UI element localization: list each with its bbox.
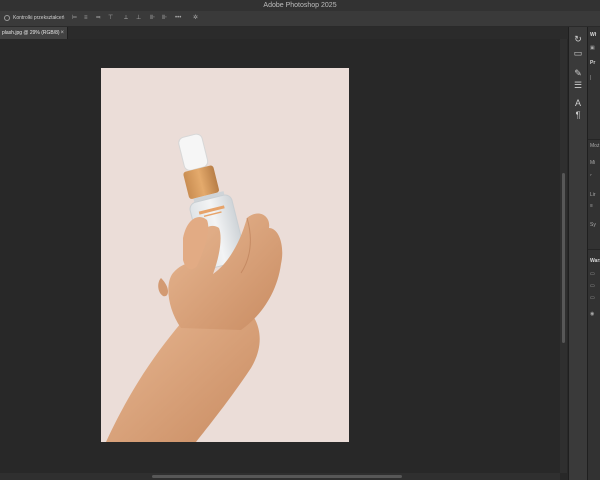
align-left-icon[interactable]: ⊨	[72, 14, 77, 23]
panel-divider-2	[588, 249, 600, 250]
app-title: Adobe Photoshop 2025	[263, 2, 337, 9]
gear-icon[interactable]: ✲	[193, 14, 198, 23]
transform-controls-label: Kontrolki przekształceń	[13, 15, 65, 21]
brush-settings-icon[interactable]: ✎	[572, 67, 584, 79]
horizontal-scrollbar[interactable]	[0, 473, 560, 480]
panel-row-2[interactable]: Lir	[590, 192, 596, 199]
align-right-icon[interactable]: ⫤	[96, 14, 101, 23]
document-canvas[interactable]	[101, 68, 349, 442]
visibility-eye-icon[interactable]: ◉	[590, 311, 594, 318]
options-bar: Kontrolki przekształceń ⊨ ≡ ⫤ ⊤ ⟂ ⊥ ⊪ ⊪ …	[0, 11, 600, 27]
document-tab[interactable]: plash.jpg @ 29% (RGB/8) ×	[0, 27, 68, 39]
panel-icon-strip: ↻ ▭ ✎ ☰ A ¶	[568, 27, 587, 480]
panel-divider	[588, 139, 600, 140]
align-top-icon[interactable]: ⊤	[108, 14, 113, 23]
vertical-scrollbar[interactable]	[560, 39, 567, 473]
corner-icon[interactable]: ⌜	[590, 174, 592, 181]
layers-row-3: ▭	[590, 295, 595, 301]
comment-icon[interactable]: ▭	[572, 47, 584, 59]
more-icon[interactable]: •••	[175, 14, 181, 23]
panel-row-3[interactable]: Sy	[590, 222, 596, 229]
align-middle-icon[interactable]: ⟂	[124, 14, 128, 23]
history-icon[interactable]: ↻	[572, 33, 584, 45]
panel-square-icon[interactable]: ▣	[590, 45, 595, 52]
paragraph-icon[interactable]: ¶	[572, 109, 584, 121]
layers-header[interactable]: Wars	[590, 257, 600, 265]
layers-row-2: ▭	[590, 283, 595, 289]
layers-row-1: ▭	[590, 271, 595, 277]
panel-row-1[interactable]: Mi	[590, 160, 595, 167]
vertical-scroll-thumb[interactable]	[562, 173, 565, 343]
align-bottom-icon[interactable]: ⊥	[136, 14, 141, 23]
align-center-icon[interactable]: ≡	[84, 14, 88, 23]
close-icon[interactable]: ×	[60, 27, 64, 39]
document-tab-bar: plash.jpg @ 29% (RGB/8) ×	[0, 27, 568, 39]
adjustments-icon[interactable]: ☰	[572, 79, 584, 91]
panel-bar-icon: |	[590, 75, 592, 81]
title-bar: Adobe Photoshop 2025	[0, 0, 600, 11]
panel-lines-icon: ≡	[590, 203, 593, 209]
character-icon[interactable]: A	[572, 97, 584, 109]
panel-header-top: Wł	[590, 32, 597, 38]
distribute-vertical-icon[interactable]: ⊪	[162, 14, 167, 23]
panel-header-props[interactable]: Pr	[590, 59, 595, 67]
distribute-icon[interactable]: ⊪	[150, 14, 155, 23]
panel-row-0: Moż	[590, 143, 600, 149]
product-photo	[106, 133, 283, 442]
properties-panel: Wł ▣ Pr | Moż Mi ⌜ Lir ≡ Sy Wars ▭ ▭ ▭ ◉	[587, 27, 600, 480]
transform-controls-checkbox[interactable]	[4, 15, 10, 21]
document-tab-label: plash.jpg @ 29% (RGB/8)	[2, 30, 60, 36]
horizontal-scroll-thumb[interactable]	[152, 475, 402, 478]
